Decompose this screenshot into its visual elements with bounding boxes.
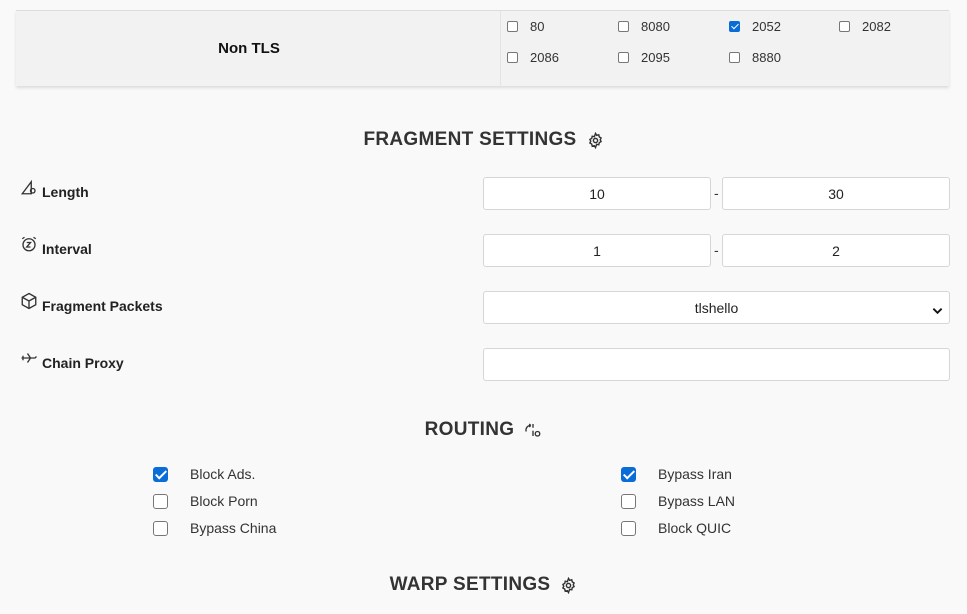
length-max-value: 30 (828, 185, 844, 202)
interval-label: Interval (20, 236, 92, 258)
panel-divider (500, 11, 501, 87)
port-checkbox[interactable] (618, 52, 629, 63)
interval-max-input[interactable]: 2 (722, 234, 950, 267)
routing-title: ROUTING (0, 419, 967, 441)
routing-checkbox[interactable] (621, 493, 636, 509)
fragment-settings-title: FRAGMENT SETTINGS (0, 129, 967, 151)
route-gear-icon (524, 421, 542, 439)
fragment-packets-label: Fragment Packets (20, 292, 163, 315)
interval-max-value: 2 (832, 242, 840, 259)
port-checkbox[interactable] (507, 52, 518, 63)
port-option[interactable]: 80 (507, 19, 544, 34)
length-min-input[interactable]: 10 (483, 177, 711, 210)
port-checkbox[interactable] (839, 21, 850, 32)
port-label: 80 (530, 19, 545, 34)
airplane-icon (20, 349, 38, 367)
non-tls-ports-panel: Non TLS 80 8080 2052 2082 2086 2095 8880 (16, 10, 949, 87)
port-label: 8880 (752, 50, 781, 65)
interval-min-value: 1 (593, 242, 601, 259)
interval-min-input[interactable]: 1 (483, 234, 711, 267)
routing-option-block-porn[interactable]: Block Porn (153, 493, 258, 509)
length-max-input[interactable]: 30 (722, 177, 950, 210)
port-option[interactable]: 8080 (618, 19, 670, 34)
fragment-packets-value: tlshello (694, 299, 739, 316)
routing-option-block-ads[interactable]: Block Ads. (153, 466, 255, 482)
length-label: Length (20, 179, 89, 201)
port-checkbox[interactable] (729, 21, 740, 32)
chain-proxy-text: Chain Proxy (42, 355, 124, 371)
port-label: 8080 (641, 19, 670, 34)
routing-label: Bypass Iran (658, 466, 732, 482)
length-separator: - (714, 185, 719, 201)
routing-label: Block Ads. (190, 466, 256, 482)
chain-proxy-input[interactable] (483, 348, 950, 381)
routing-checkbox[interactable] (153, 493, 168, 509)
non-tls-label: Non TLS (218, 40, 280, 57)
interval-separator: - (714, 242, 719, 258)
chevron-down-icon (932, 303, 943, 319)
routing-option-block-quic[interactable]: Block QUIC (621, 520, 731, 536)
port-label: 2052 (752, 19, 781, 34)
interval-text: Interval (42, 241, 92, 257)
length-min-value: 10 (589, 185, 605, 202)
routing-checkbox[interactable] (621, 466, 636, 482)
routing-label: Block QUIC (658, 520, 732, 536)
port-checkbox[interactable] (618, 21, 629, 32)
port-label: 2095 (641, 50, 670, 65)
warp-settings-title: WARP SETTINGS (0, 574, 967, 596)
routing-label: Block Porn (190, 493, 258, 509)
routing-checkbox[interactable] (153, 520, 168, 536)
port-label: 2086 (530, 50, 559, 65)
routing-heading: ROUTING (424, 419, 515, 440)
port-label: 2082 (862, 19, 891, 34)
alarm-clock-icon (20, 235, 38, 253)
port-option[interactable]: 2082 (839, 19, 891, 34)
port-option[interactable]: 2052 (729, 19, 781, 34)
port-option[interactable]: 2086 (507, 50, 559, 65)
fragment-packets-select[interactable]: tlshello (483, 291, 950, 324)
box-icon (20, 292, 38, 310)
routing-option-bypass-lan[interactable]: Bypass LAN (621, 493, 735, 509)
routing-checkbox[interactable] (621, 520, 636, 536)
port-checkbox[interactable] (729, 52, 740, 63)
routing-checkbox[interactable] (153, 466, 168, 482)
gear-icon (560, 576, 577, 594)
port-option[interactable]: 8880 (729, 50, 781, 65)
routing-label: Bypass China (190, 520, 277, 536)
warp-settings-heading: WARP SETTINGS (389, 574, 551, 595)
fragment-settings-heading: FRAGMENT SETTINGS (363, 129, 577, 150)
fragment-packets-text: Fragment Packets (42, 298, 163, 314)
port-checkbox[interactable] (507, 21, 518, 32)
routing-option-bypass-iran[interactable]: Bypass Iran (621, 466, 732, 482)
routing-option-bypass-china[interactable]: Bypass China (153, 520, 276, 536)
chain-proxy-label: Chain Proxy (20, 353, 124, 372)
routing-label: Bypass LAN (658, 493, 736, 509)
ruler-gear-icon (20, 178, 38, 196)
port-option[interactable]: 2095 (618, 50, 670, 65)
length-text: Length (42, 184, 89, 200)
gear-icon (587, 131, 604, 149)
